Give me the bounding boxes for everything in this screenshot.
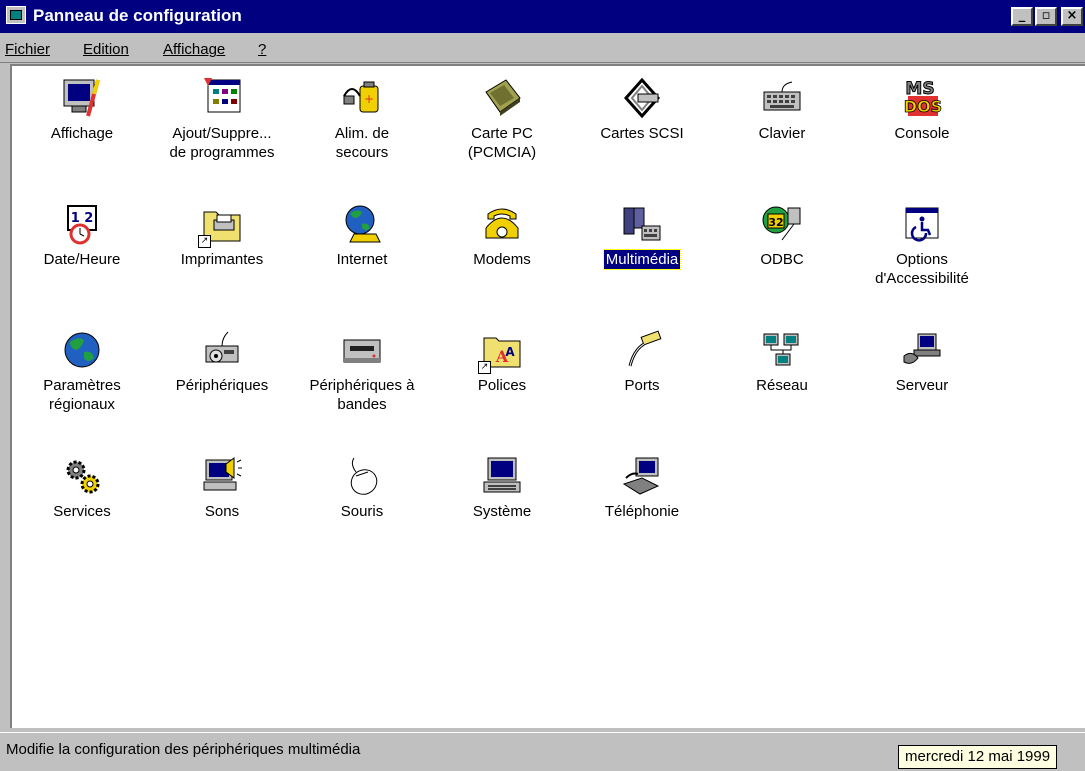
menu-bar: Fichier Edition Affichage ? — [0, 34, 1085, 63]
computer-icon[interactable] — [480, 454, 524, 498]
telephony-icon[interactable] — [620, 454, 664, 498]
control-panel-item[interactable]: MS DOS Console — [852, 76, 992, 143]
control-panel-item[interactable]: Cartes SCSI — [572, 76, 712, 143]
control-panel-item-label[interactable]: Multimédia — [602, 249, 682, 270]
date-tooltip: mercredi 12 mai 1999 — [898, 745, 1058, 769]
fonts-folder-icon[interactable]: A A ↗ — [478, 328, 524, 374]
speaker-computer-icon[interactable] — [200, 454, 244, 498]
control-panel-icon[interactable] — [6, 6, 26, 24]
shortcut-arrow-icon: ↗ — [478, 361, 491, 374]
odbc-icon[interactable]: 32 — [760, 202, 804, 246]
menu-fichier[interactable]: Fichier — [5, 41, 50, 58]
keyboard-icon[interactable] — [760, 76, 804, 120]
control-panel-item[interactable]: Réseau — [712, 328, 852, 395]
add-remove-programs-icon[interactable] — [200, 76, 244, 120]
control-panel-item-label[interactable]: Ajout/Suppre... de programmes — [167, 124, 276, 162]
port-cable-icon[interactable] — [620, 328, 664, 372]
minimize-button[interactable]: _ — [1011, 7, 1033, 26]
control-panel-item[interactable]: Options d'Accessibilité — [852, 202, 992, 288]
control-panel-item-label[interactable]: Ports — [622, 376, 661, 395]
control-panel-item[interactable]: ↗ Imprimantes — [152, 202, 292, 269]
control-panel-item[interactable]: Modems — [432, 202, 572, 269]
close-button[interactable]: × — [1061, 7, 1083, 26]
modem-phone-icon[interactable] — [480, 202, 524, 246]
control-panel-item-label[interactable]: Paramètres régionaux — [41, 376, 123, 414]
svg-text:DOS: DOS — [904, 97, 942, 116]
control-panel-item-label[interactable]: Réseau — [754, 376, 810, 395]
control-panel-item[interactable]: Internet — [292, 202, 432, 269]
control-panel-item-label[interactable]: Périphériques à bandes — [307, 376, 416, 414]
control-panel-item[interactable]: Sons — [152, 454, 292, 521]
gears-icon[interactable] — [60, 454, 104, 498]
control-panel-item-label[interactable]: Alim. de secours — [333, 124, 391, 162]
tape-drive-icon[interactable] — [340, 328, 384, 372]
control-panel-item-label[interactable]: Polices — [476, 376, 528, 395]
accessibility-icon[interactable] — [900, 202, 944, 246]
pc-card-icon[interactable] — [480, 76, 524, 120]
menu-edition[interactable]: Edition — [83, 41, 129, 58]
title-bar[interactable]: Panneau de configuration _ ▫ × — [0, 0, 1085, 33]
globe-icon[interactable] — [60, 328, 104, 372]
control-panel-item[interactable]: 1 2 Date/Heure — [12, 202, 152, 269]
control-panel-item[interactable]: + Alim. de secours — [292, 76, 432, 162]
control-panel-item-label[interactable]: Sons — [203, 502, 241, 521]
calendar-clock-icon[interactable]: 1 2 — [60, 202, 104, 246]
control-panel-item-label[interactable]: Internet — [335, 250, 390, 269]
control-panel-item[interactable]: Périphériques — [152, 328, 292, 395]
mouse-icon[interactable] — [340, 454, 384, 498]
control-panel-item[interactable]: Affichage — [12, 76, 152, 143]
control-panel-item[interactable]: Multimédia — [572, 202, 712, 270]
control-panel-item-label[interactable]: Serveur — [894, 376, 951, 395]
printers-folder-icon[interactable]: ↗ — [198, 202, 244, 248]
control-panel-item-label[interactable]: Clavier — [757, 124, 808, 143]
control-panel-item-label[interactable]: Console — [892, 124, 951, 143]
control-panel-item-label[interactable]: ODBC — [758, 250, 805, 269]
control-panel-item-label[interactable]: Périphériques — [174, 376, 271, 395]
control-panel-item[interactable]: Ajout/Suppre... de programmes — [152, 76, 292, 162]
network-icon[interactable] — [760, 328, 804, 372]
control-panel-item[interactable]: Services — [12, 454, 152, 521]
control-panel-item-label[interactable]: Cartes SCSI — [598, 124, 685, 143]
menu-help[interactable]: ? — [258, 41, 266, 58]
control-panel-item-label[interactable]: Souris — [339, 502, 386, 521]
control-panel-item-label[interactable]: Services — [51, 502, 113, 521]
control-panel-item-label[interactable]: Imprimantes — [179, 250, 266, 269]
control-panel-item-label[interactable]: Date/Heure — [42, 250, 123, 269]
control-panel-item-label[interactable]: Modems — [471, 250, 533, 269]
control-panel-item[interactable]: Souris — [292, 454, 432, 521]
control-panel-item[interactable]: Téléphonie — [572, 454, 712, 521]
control-panel-item-label[interactable]: Affichage — [49, 124, 115, 143]
ups-icon[interactable]: + — [340, 76, 384, 120]
shortcut-arrow-icon: ↗ — [198, 235, 211, 248]
control-panel-item-label[interactable]: Téléphonie — [603, 502, 681, 521]
display-icon[interactable] — [60, 76, 104, 120]
control-panel-item[interactable]: Serveur — [852, 328, 992, 395]
control-panel-item[interactable]: Clavier — [712, 76, 852, 143]
server-icon[interactable] — [900, 328, 944, 372]
control-panel-item[interactable]: Système — [432, 454, 572, 521]
control-panel-item[interactable]: Paramètres régionaux — [12, 328, 152, 414]
control-panel-item[interactable]: Périphériques à bandes — [292, 328, 432, 414]
svg-text:+: + — [364, 92, 374, 106]
menu-affichage[interactable]: Affichage — [163, 41, 225, 58]
internet-globe-phone-icon[interactable] — [340, 202, 384, 246]
control-panel-item-label[interactable]: Carte PC (PCMCIA) — [466, 124, 538, 162]
devices-icon[interactable] — [200, 328, 244, 372]
control-panel-item[interactable]: A A ↗ Polices — [432, 328, 572, 395]
scsi-icon[interactable] — [620, 76, 664, 120]
control-panel-item-label[interactable]: Options d'Accessibilité — [873, 250, 971, 288]
control-panel-item-label[interactable]: Système — [471, 502, 533, 521]
status-text: Modifie la configuration des périphériqu… — [6, 741, 361, 758]
svg-text:A: A — [505, 345, 515, 359]
multimedia-icon[interactable] — [620, 202, 664, 246]
control-panel-item[interactable]: 32 ODBC — [712, 202, 852, 269]
control-panel-item[interactable]: Ports — [572, 328, 712, 395]
icon-view[interactable]: Affichage Ajout/Suppre... de programmes + A… — [10, 64, 1085, 728]
svg-text:32: 32 — [768, 216, 783, 229]
maximize-button[interactable]: ▫ — [1035, 7, 1057, 26]
console-icon[interactable]: MS DOS — [900, 76, 944, 120]
control-panel-item[interactable]: Carte PC (PCMCIA) — [432, 76, 572, 162]
window-title: Panneau de configuration — [33, 6, 242, 25]
